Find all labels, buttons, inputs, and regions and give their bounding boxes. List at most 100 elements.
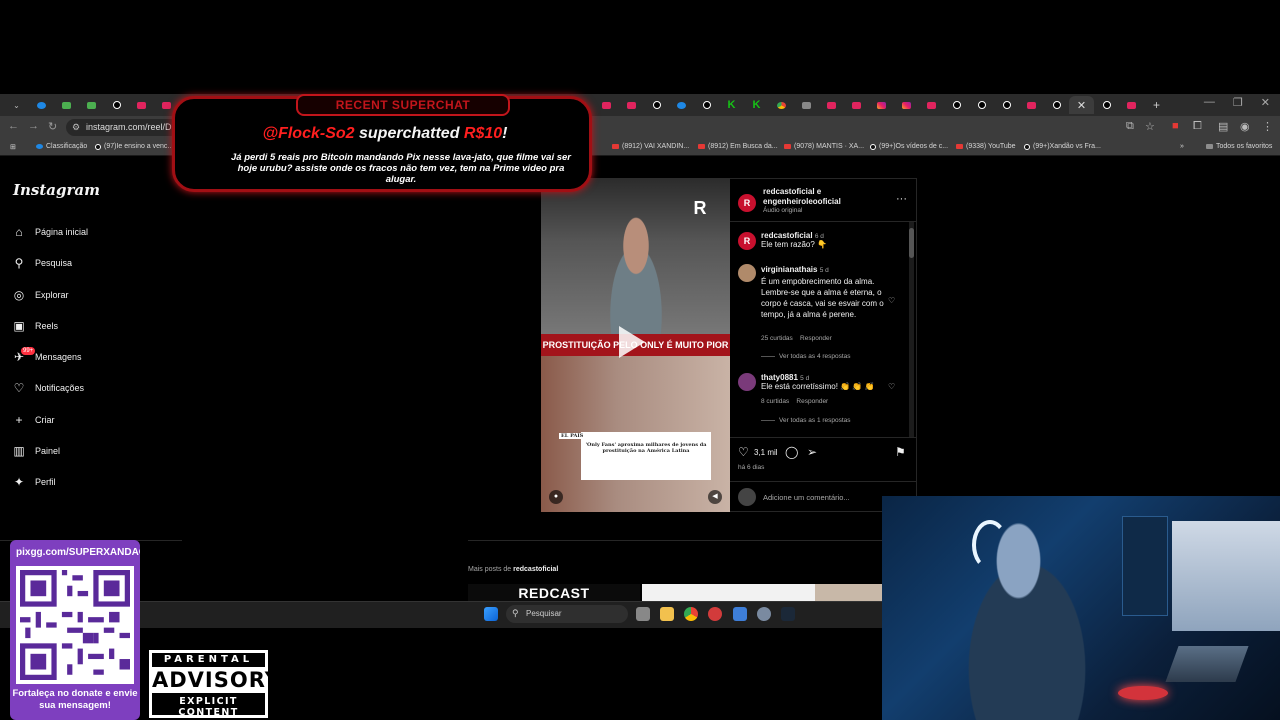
- tab-favicon[interactable]: [1044, 96, 1069, 114]
- bookmark-item[interactable]: (8912) VAI XANDIN...: [612, 143, 689, 150]
- more-post-thumbnail[interactable]: REDCAST: [468, 584, 640, 601]
- bookmark-item[interactable]: Classificação: [36, 143, 87, 150]
- comment-user[interactable]: thaty0881: [761, 373, 798, 382]
- tab-favicon[interactable]: [969, 96, 994, 114]
- save-bookmark-icon[interactable]: ⚑: [895, 445, 906, 459]
- bookmark-item[interactable]: (8912) Em Busca da...: [698, 143, 778, 150]
- comment-avatar[interactable]: R: [738, 232, 756, 250]
- nav-search[interactable]: ⚲ Pesquisa: [12, 256, 72, 270]
- maximize-icon[interactable]: ❐: [1233, 96, 1243, 109]
- profile-avatar-icon[interactable]: ◉: [1240, 120, 1250, 133]
- chrome-icon[interactable]: [684, 607, 698, 621]
- tab-favicon[interactable]: [1019, 96, 1044, 114]
- photos-icon[interactable]: [733, 607, 747, 621]
- audio-label[interactable]: Áudio original: [763, 207, 802, 214]
- close-window-icon[interactable]: ✕: [1261, 96, 1270, 109]
- tab-favicon[interactable]: [619, 96, 644, 114]
- forward-arrow-icon[interactable]: →: [28, 120, 39, 132]
- tab-favicon[interactable]: [79, 96, 104, 114]
- more-options-icon[interactable]: ···: [896, 193, 907, 205]
- tab-favicon[interactable]: [869, 96, 894, 114]
- nav-dashboard[interactable]: ▥ Painel: [12, 444, 60, 458]
- back-arrow-icon[interactable]: ←: [8, 120, 19, 132]
- more-posts-user[interactable]: redcastoficial: [513, 566, 558, 573]
- view-replies-link[interactable]: Ver todas as 4 respostas: [761, 353, 851, 360]
- reply-link[interactable]: Responder: [800, 335, 832, 342]
- comment-bubble-icon[interactable]: ◯: [785, 445, 798, 459]
- tab-favicon[interactable]: [819, 96, 844, 114]
- tab-favicon[interactable]: K: [744, 96, 769, 114]
- tab-favicon[interactable]: [944, 96, 969, 114]
- reply-link[interactable]: Responder: [796, 398, 828, 405]
- tab-favicon[interactable]: [794, 96, 819, 114]
- nav-profile[interactable]: ✦ Perfil: [12, 475, 56, 489]
- play-icon[interactable]: [619, 326, 645, 358]
- nav-notifications[interactable]: ♡ Notificações: [12, 381, 84, 395]
- nav-reels[interactable]: ▣ Reels: [12, 319, 58, 333]
- post-authors[interactable]: redcastoficial e engenheiroleooficial: [763, 187, 883, 207]
- all-favorites-folder[interactable]: Todos os favoritos: [1206, 143, 1272, 150]
- bookmark-item[interactable]: (99+)Xandão vs Fra...: [1024, 143, 1101, 150]
- nav-explore[interactable]: ◎ Explorar: [12, 288, 69, 302]
- bookmarks-overflow-icon[interactable]: »: [1180, 143, 1184, 150]
- bookmark-item[interactable]: (9338) YouTube: [956, 143, 1016, 150]
- tab-favicon[interactable]: [1094, 96, 1119, 114]
- install-icon[interactable]: ⧉: [1126, 120, 1134, 133]
- tab-favicon[interactable]: [894, 96, 919, 114]
- obs-icon[interactable]: [708, 607, 722, 621]
- bookmark-star-icon[interactable]: ☆: [1145, 120, 1155, 133]
- comment-like-heart-icon[interactable]: ♡: [888, 382, 895, 391]
- more-post-thumbnail[interactable]: [642, 584, 882, 601]
- site-info-icon[interactable]: ⚙: [72, 122, 80, 133]
- extension-youtube-icon[interactable]: ■: [1172, 120, 1179, 132]
- minimize-icon[interactable]: —: [1204, 96, 1215, 109]
- new-tab-plus-icon[interactable]: +: [1144, 96, 1169, 114]
- reel-video[interactable]: R 'Only Fans' aproxima milhares de joven…: [541, 178, 730, 512]
- tab-favicon[interactable]: [669, 96, 694, 114]
- comment-user[interactable]: virginianathais: [761, 265, 817, 274]
- comment-avatar[interactable]: [738, 264, 756, 282]
- tab-favicon[interactable]: [1119, 96, 1144, 114]
- likes-count[interactable]: 3,1 mil: [754, 448, 778, 457]
- taskbar-search[interactable]: ⚲ Pesquisar: [506, 605, 628, 623]
- bookmark-item[interactable]: (97)Ie ensino a venc...: [95, 143, 173, 150]
- bookmark-item[interactable]: (99+)Os vídeos de c...: [870, 143, 948, 150]
- share-icon[interactable]: ➢: [807, 445, 817, 459]
- tab-active-close-icon[interactable]: ✕: [1069, 96, 1094, 114]
- tab-favicon[interactable]: [54, 96, 79, 114]
- task-view-icon[interactable]: [636, 607, 650, 621]
- tab-favicon[interactable]: [29, 96, 54, 114]
- comment-likes[interactable]: 25 curtidas: [761, 335, 793, 342]
- comment-avatar[interactable]: [738, 373, 756, 391]
- comment-like-heart-icon[interactable]: ♡: [888, 296, 895, 305]
- reload-icon[interactable]: ↻: [48, 120, 57, 133]
- author-avatar[interactable]: R: [738, 194, 756, 212]
- tab-favicon[interactable]: [104, 96, 129, 114]
- view-replies-link[interactable]: Ver todas as 1 respostas: [761, 417, 851, 424]
- tab-favicon[interactable]: [769, 96, 794, 114]
- menu-dots-icon[interactable]: ⋮: [1262, 120, 1273, 133]
- like-heart-icon[interactable]: ♡: [738, 445, 749, 459]
- tab-search-icon[interactable]: ⌄: [4, 96, 29, 114]
- comment-user[interactable]: redcastoficial: [761, 231, 813, 240]
- mute-icon[interactable]: ◀: [708, 490, 722, 504]
- file-explorer-icon[interactable]: [660, 607, 674, 621]
- tab-favicon[interactable]: [994, 96, 1019, 114]
- apps-grid-icon[interactable]: ⊞: [10, 143, 16, 151]
- comment-likes[interactable]: 8 curtidas: [761, 398, 789, 405]
- sidebar-icon[interactable]: ▤: [1218, 120, 1228, 133]
- nav-home[interactable]: ⌂ Página inicial: [12, 225, 88, 239]
- extensions-puzzle-icon[interactable]: ⧠: [1193, 120, 1202, 133]
- tab-favicon[interactable]: [694, 96, 719, 114]
- tab-favicon[interactable]: K: [719, 96, 744, 114]
- windows-start-icon[interactable]: [484, 607, 498, 621]
- nav-create[interactable]: + Criar: [12, 413, 54, 427]
- steam-icon[interactable]: [781, 607, 795, 621]
- tab-favicon[interactable]: [129, 96, 154, 114]
- user-tag-icon[interactable]: ●: [549, 490, 563, 504]
- tab-favicon[interactable]: [919, 96, 944, 114]
- settings-gear-icon[interactable]: [757, 607, 771, 621]
- bookmark-item[interactable]: (9078) MANTIS · XA...: [784, 143, 864, 150]
- tab-favicon[interactable]: [644, 96, 669, 114]
- tab-favicon[interactable]: [844, 96, 869, 114]
